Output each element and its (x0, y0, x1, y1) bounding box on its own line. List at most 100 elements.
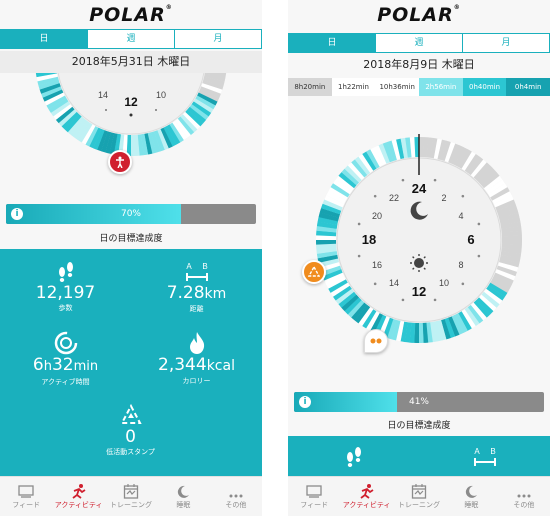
dial-label-4: 4 (458, 211, 463, 221)
training-calendar-icon (123, 484, 139, 499)
inactivity-stamp-icon (119, 403, 142, 424)
hour-tick (401, 298, 405, 302)
hour-tick (433, 178, 437, 182)
steps-label: 歩数 (58, 304, 73, 312)
ring-segment (35, 56, 56, 60)
nav-sleep[interactable]: 睡眠 (157, 477, 209, 516)
activity-marker-icon[interactable] (108, 150, 132, 174)
sleep-marker-icon[interactable] (364, 329, 388, 353)
svg-text:B: B (490, 447, 495, 456)
daily-goal-bar: i 70% (6, 204, 256, 224)
nav-activity[interactable]: アクティビティ (340, 477, 392, 516)
ring-segment (36, 43, 57, 50)
nav-activity[interactable]: アクティビティ (52, 477, 104, 516)
ring-segment (205, 43, 226, 50)
duration-low: 2h56min (419, 78, 463, 96)
steps-stat (288, 442, 419, 468)
duration-rest: 1h22min (331, 78, 376, 96)
ring-segment (203, 40, 224, 43)
feed-icon (306, 485, 322, 498)
hour-tick (373, 194, 377, 198)
duration-medium: 0h40min (462, 78, 507, 96)
calories-stat: 2,344kcal カロリー (131, 329, 262, 386)
duration-sitting: 10h36min (375, 78, 420, 96)
training-calendar-icon (411, 484, 427, 499)
inactivity-stamp-value: 0 (125, 427, 136, 447)
dial-label-12: 12 (124, 95, 138, 109)
dial-label-10: 10 (156, 90, 166, 100)
dial-label-14: 14 (98, 90, 108, 100)
active-time-icon (54, 331, 77, 355)
active-time-value: 6h32min (32, 355, 99, 375)
activity-screen-day-august: POLAR® 日 週 月 2018年8月9日 木曜日 8h20min 1h22m… (288, 0, 550, 516)
activity-screen-day-may: POLAR® 日 週 月 2018年5月31日 木曜日 14 10 12 i 7… (0, 0, 262, 516)
ring-segment (225, 73, 227, 74)
ring-segment (35, 60, 56, 64)
nav-more[interactable]: その他 (498, 477, 550, 516)
distance-stat: A B 7.28km 距離 (131, 257, 262, 314)
svg-text:B: B (202, 262, 207, 271)
bottom-nav: フィード アクティビティ トレーニング 睡眠 その他 (288, 476, 550, 516)
ring-segment (35, 51, 56, 56)
dial-label-24: 24 (412, 181, 427, 196)
dial-label-8: 8 (458, 260, 463, 270)
svg-text:A: A (474, 447, 480, 456)
nav-training[interactable]: トレーニング (105, 477, 157, 516)
nav-training[interactable]: トレーニング (393, 477, 445, 516)
dial-label-2: 2 (441, 193, 446, 203)
active-time-stat: 6h32min アクティブ時間 (0, 329, 131, 387)
hour-tick (461, 282, 465, 286)
steps-value: 12,197 (35, 283, 96, 303)
nav-sleep[interactable]: 睡眠 (445, 477, 497, 516)
calories-label: カロリー (182, 377, 211, 385)
date-header: 2018年8月9日 木曜日 (288, 54, 550, 76)
dial-label-16: 16 (372, 260, 382, 270)
polar-logo: POLAR® (377, 4, 461, 26)
nav-feed[interactable]: フィード (288, 477, 340, 516)
distance-icon: AB (473, 447, 496, 466)
svg-text:A: A (186, 262, 192, 271)
dial-label-22: 22 (389, 193, 399, 203)
activity-icon (72, 484, 86, 499)
tab-week[interactable]: 週 (376, 34, 463, 52)
hour-tick (461, 194, 465, 198)
ring-segment (206, 63, 227, 68)
distance-label: 距離 (189, 305, 204, 313)
feed-icon (18, 485, 34, 498)
stats-panel: AB (288, 436, 550, 476)
tab-month[interactable]: 月 (463, 34, 549, 52)
dial-label-10: 10 (439, 278, 449, 288)
daily-goal-label: 日の目標達成度 (99, 234, 163, 244)
ring-segment (35, 67, 56, 73)
ring-segment (37, 40, 58, 43)
hour-tick (357, 254, 361, 258)
dial-label-12: 12 (412, 284, 426, 299)
tab-day[interactable]: 日 (289, 34, 376, 52)
daily-goal-percent: 70% (120, 209, 141, 219)
activity-dial[interactable]: 24 12 18 6 22 2 20 4 16 8 14 10 (314, 130, 524, 350)
ring-segment (206, 60, 227, 64)
daily-goal-label: 日の目標達成度 (387, 421, 451, 431)
distance-value: 7.28km (166, 283, 227, 303)
activity-duration-bar: 8h20min 1h22min 10h36min 2h56min 0h40min… (288, 78, 550, 96)
hour-tick (401, 178, 405, 182)
daily-goal-percent: 41% (408, 397, 429, 407)
period-tabs: 日 週 月 (288, 33, 550, 53)
ring-segment (35, 63, 56, 68)
inactivity-alert-icon[interactable] (302, 260, 326, 284)
duration-high: 0h4min (506, 78, 550, 96)
moon-icon (178, 485, 190, 498)
dial-label-14: 14 (389, 278, 399, 288)
polar-logo: POLAR® (89, 4, 173, 26)
ring-segment (35, 47, 56, 53)
daily-goal-bar: i 41% (294, 392, 544, 412)
footsteps-icon (346, 447, 361, 467)
nav-more[interactable]: その他 (210, 477, 262, 516)
ring-segment (206, 51, 227, 56)
dial-label-6: 6 (467, 232, 474, 247)
nav-feed[interactable]: フィード (0, 477, 52, 516)
dial-label-18: 18 (362, 232, 376, 247)
calories-value: 2,344kcal (158, 355, 235, 375)
stats-panel: 12,197 歩数 A B 7.28km 距離 6h32min アクティブ時間 2… (0, 249, 262, 476)
activity-icon (360, 484, 374, 499)
